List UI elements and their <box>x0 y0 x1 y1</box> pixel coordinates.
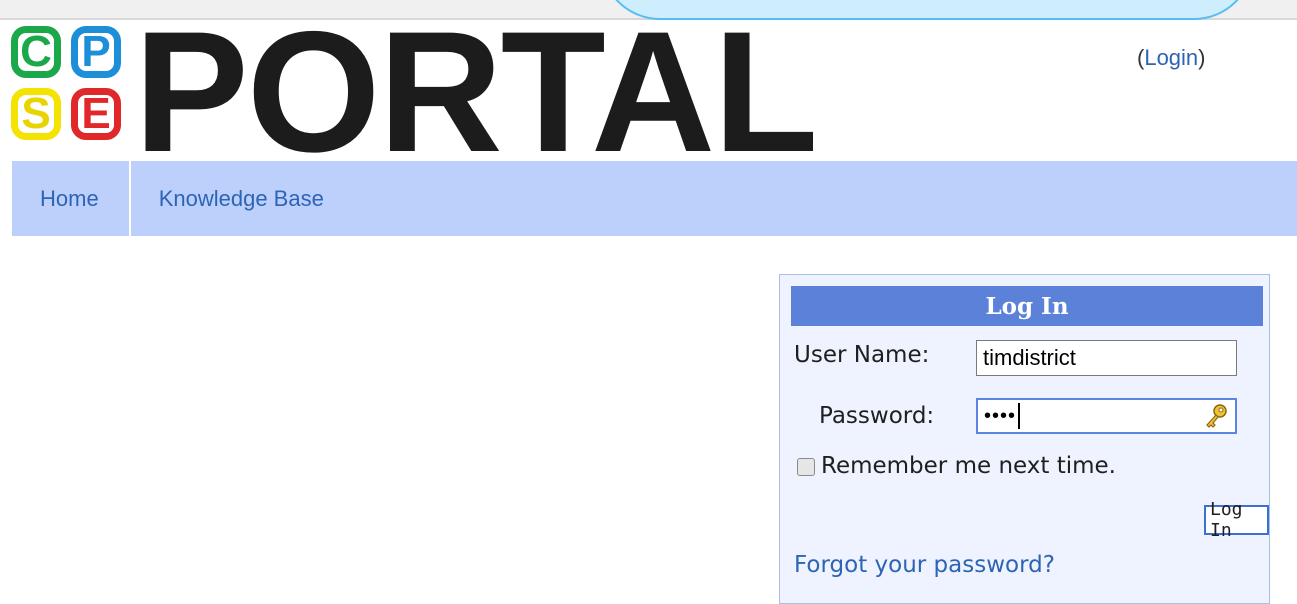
portal-wordmark: PORTAL <box>134 0 818 188</box>
remember-me-label: Remember me next time. <box>821 453 1116 479</box>
login-paren-close: ) <box>1198 45 1206 70</box>
login-panel: Log In User Name: timdistrict Password: … <box>779 274 1270 604</box>
text-caret <box>1018 403 1021 429</box>
username-input[interactable]: timdistrict <box>976 340 1237 376</box>
login-link[interactable]: Login <box>1144 45 1198 70</box>
key-icon[interactable] <box>1203 403 1229 431</box>
main-nav: Home Knowledge Base <box>12 161 1297 236</box>
logo-letter-e: E <box>71 88 121 140</box>
password-label: Password: <box>819 403 935 429</box>
username-value: timdistrict <box>983 345 1076 370</box>
nav-item-knowledge-base[interactable]: Knowledge Base <box>131 161 352 236</box>
logo-letter-c: C <box>11 26 61 78</box>
username-label: User Name: <box>794 342 930 368</box>
header-login: (Login) <box>1137 45 1206 71</box>
forgot-password-link[interactable]: Forgot your password? <box>794 552 1055 578</box>
logo-letter-p: P <box>71 26 121 78</box>
password-input[interactable]: •••• <box>976 398 1237 434</box>
remember-me-checkbox[interactable] <box>797 458 815 476</box>
password-value: •••• <box>984 404 1017 427</box>
login-submit-button[interactable]: Log In <box>1204 499 1269 541</box>
nav-item-home[interactable]: Home <box>12 161 131 236</box>
logo-letter-s: S <box>11 88 61 140</box>
login-panel-title: Log In <box>791 286 1263 326</box>
cpse-logo: C P S E <box>11 26 129 148</box>
